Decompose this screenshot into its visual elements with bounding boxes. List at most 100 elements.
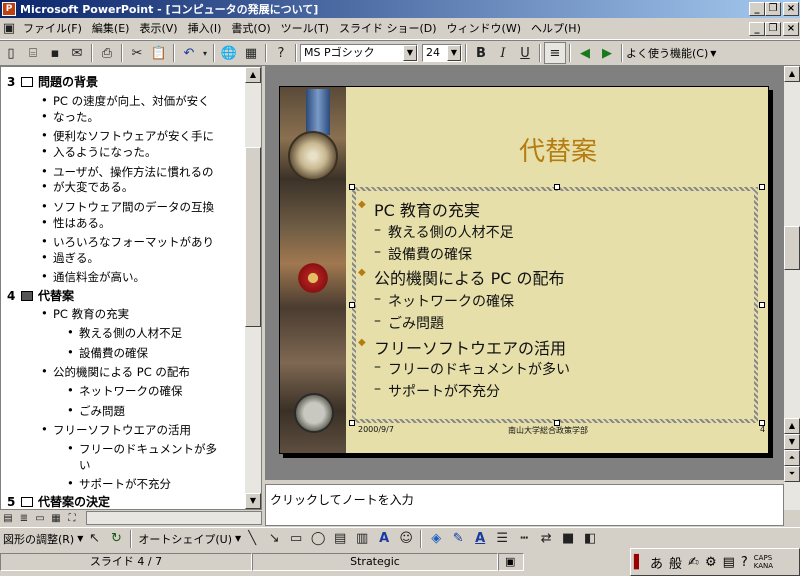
ime-grip-icon[interactable]: ▌ — [631, 555, 647, 570]
align-left-icon[interactable]: ≡ — [544, 42, 566, 64]
resize-handle[interactable] — [349, 420, 355, 426]
free-rotate-icon[interactable]: ↻ — [105, 528, 127, 550]
outline-bullet[interactable]: いろいろなフォーマットがあり — [41, 234, 214, 250]
bold-button[interactable]: B — [470, 42, 492, 64]
menu-window[interactable]: ウィンドウ(W) — [442, 19, 526, 39]
outline-subbullet[interactable]: ごみ問題 — [67, 403, 125, 419]
outline-bullet-cont[interactable]: なった。 — [41, 109, 99, 125]
outline-bullet[interactable]: PC 教育の充実 — [41, 306, 129, 322]
slide-scrollbar[interactable]: ▲ ▲ ▼ ⏶ ⏷ — [784, 66, 800, 510]
italic-button[interactable]: I — [492, 42, 514, 64]
outline-bullet-cont[interactable]: が大変である。 — [41, 179, 133, 195]
resize-handle[interactable] — [759, 302, 765, 308]
powerpoint-app-icon[interactable]: P — [2, 2, 16, 16]
cut-icon[interactable]: ✂ — [126, 42, 148, 64]
draw-menu-button[interactable]: 図形の調整(R) — [0, 531, 77, 547]
font-combo[interactable]: MS Pゴシック ▼ — [300, 44, 418, 62]
scroll-thumb[interactable] — [245, 147, 261, 327]
outline-bullet[interactable]: ユーザが、操作方法に慣れるの — [41, 164, 214, 180]
menu-slideshow[interactable]: スライド ショー(D) — [334, 19, 442, 39]
line-icon[interactable]: ╲ — [241, 528, 263, 550]
3d-icon[interactable]: ◧ — [579, 528, 601, 550]
doc-restore-button[interactable]: ❐ — [765, 22, 781, 36]
dash-style-icon[interactable]: ┅ — [513, 528, 535, 550]
rectangle-icon[interactable]: ▭ — [285, 528, 307, 550]
wordart-icon[interactable]: A — [373, 528, 395, 550]
resize-handle[interactable] — [554, 184, 560, 190]
document-icon[interactable]: ▣ — [0, 18, 18, 40]
outline-pane[interactable]: 3問題の背景 PC の速度が向上、対価が安く なった。 便利なソフトウェアが安く… — [0, 66, 262, 510]
ime-dictionary-icon[interactable]: ▤ — [720, 555, 738, 570]
menu-format[interactable]: 書式(O) — [226, 19, 275, 39]
scroll-down-icon[interactable]: ▼ — [784, 434, 800, 450]
previous-slide-icon[interactable]: ⏶ — [784, 450, 800, 466]
line-style-icon[interactable]: ☰ — [491, 528, 513, 550]
next-slide-icon[interactable]: ⏷ — [784, 466, 800, 482]
maximize-button[interactable]: ❐ — [765, 2, 781, 16]
menu-file[interactable]: ファイル(F) — [18, 19, 87, 39]
demote-icon[interactable]: ▶ — [596, 42, 618, 64]
scroll-down-icon[interactable]: ▼ — [245, 493, 261, 509]
outline-view-icon[interactable]: ≣ — [16, 511, 32, 525]
fill-color-icon[interactable]: ◈ — [425, 528, 447, 550]
common-tasks-button[interactable]: よく使う機能(C) — [626, 45, 708, 61]
ime-pad-icon[interactable]: ✍ — [685, 555, 702, 570]
scroll-thumb[interactable] — [784, 226, 800, 270]
scroll-up-icon[interactable]: ▲ — [245, 67, 261, 83]
outline-subbullet[interactable]: フリーのドキュメントが多 — [67, 441, 217, 457]
resize-handle[interactable] — [759, 184, 765, 190]
outline-bullet-cont[interactable]: 過ぎる。 — [41, 250, 99, 266]
outline-bullet-cont[interactable]: 入るようになった。 — [41, 144, 156, 160]
horizontal-scrollbar[interactable] — [86, 511, 262, 525]
menu-help[interactable]: ヘルプ(H) — [526, 19, 586, 39]
outline-bullet[interactable]: ソフトウェア間のデータの互換 — [41, 199, 214, 215]
clipart-icon[interactable]: ☺ — [395, 528, 417, 550]
ime-help-icon[interactable]: ? — [738, 555, 751, 570]
menu-tools[interactable]: ツール(T) — [276, 19, 334, 39]
underline-button[interactable]: U — [514, 42, 536, 64]
autoshape-menu-button[interactable]: オートシェイプ(U) — [135, 531, 235, 547]
outline-bullet[interactable]: フリーソフトウエアの活用 — [41, 422, 191, 438]
outline-subbullet[interactable]: サポートが不充分 — [67, 476, 171, 492]
chevron-down-icon[interactable]: ▼ — [403, 45, 417, 61]
help-icon[interactable]: ? — [270, 42, 292, 64]
email-icon[interactable]: ✉ — [66, 42, 88, 64]
outline-slide-title[interactable]: 5 代替案の決定 — [7, 493, 110, 510]
outline-bullet[interactable]: 便利なソフトウェアが安く手に — [41, 128, 214, 144]
outline-slide-title[interactable]: 3 問題の背景 — [7, 73, 98, 90]
doc-close-button[interactable]: × — [783, 22, 799, 36]
resize-handle[interactable] — [349, 302, 355, 308]
hyperlink-icon[interactable]: 🌐 — [218, 42, 240, 64]
undo-dropdown-icon[interactable]: ▾ — [200, 42, 210, 64]
minimize-button[interactable]: _ — [749, 2, 765, 16]
chevron-down-icon[interactable]: ▼ — [447, 45, 461, 61]
close-button[interactable]: × — [783, 2, 799, 16]
slide-body-textbox[interactable]: PC 教育の充実 教える側の人材不足 設備費の確保 公的機関による PC の配布… — [352, 187, 758, 423]
menu-edit[interactable]: 編集(E) — [87, 19, 135, 39]
font-color-icon[interactable]: A — [469, 528, 491, 550]
open-icon[interactable]: ⌸ — [22, 42, 44, 64]
outline-slide-title[interactable]: 4 代替案 — [7, 287, 74, 304]
arrow-style-icon[interactable]: ⇄ — [535, 528, 557, 550]
scroll-up-icon[interactable]: ▲ — [784, 418, 800, 434]
menu-view[interactable]: 表示(V) — [134, 19, 182, 39]
menu-insert[interactable]: 挿入(I) — [183, 19, 227, 39]
ime-tool-icon[interactable]: ⚙ — [702, 555, 720, 570]
slide-title[interactable]: 代替案 — [350, 131, 766, 168]
spelling-icon[interactable]: ▣ — [498, 553, 524, 571]
textbox-icon[interactable]: ▤ — [329, 528, 351, 550]
new-icon[interactable]: ▯ — [0, 42, 22, 64]
ime-kanji-button[interactable]: 般 — [666, 553, 685, 572]
line-color-icon[interactable]: ✎ — [447, 528, 469, 550]
chevron-down-icon[interactable]: ▼ — [710, 49, 716, 58]
paste-icon[interactable]: 📋 — [148, 42, 170, 64]
outline-bullet-cont[interactable]: 性はある。 — [41, 215, 110, 231]
ime-mode-button[interactable]: あ — [647, 553, 666, 572]
outline-subbullet[interactable]: 設備費の確保 — [67, 345, 148, 361]
outline-bullet[interactable]: PC の速度が向上、対価が安く — [41, 93, 210, 109]
vertical-textbox-icon[interactable]: ▥ — [351, 528, 373, 550]
save-icon[interactable]: ▪ — [44, 42, 66, 64]
outline-subbullet[interactable]: ネットワークの確保 — [67, 383, 182, 399]
shadow-icon[interactable]: ■ — [557, 528, 579, 550]
table-icon[interactable]: ▦ — [240, 42, 262, 64]
